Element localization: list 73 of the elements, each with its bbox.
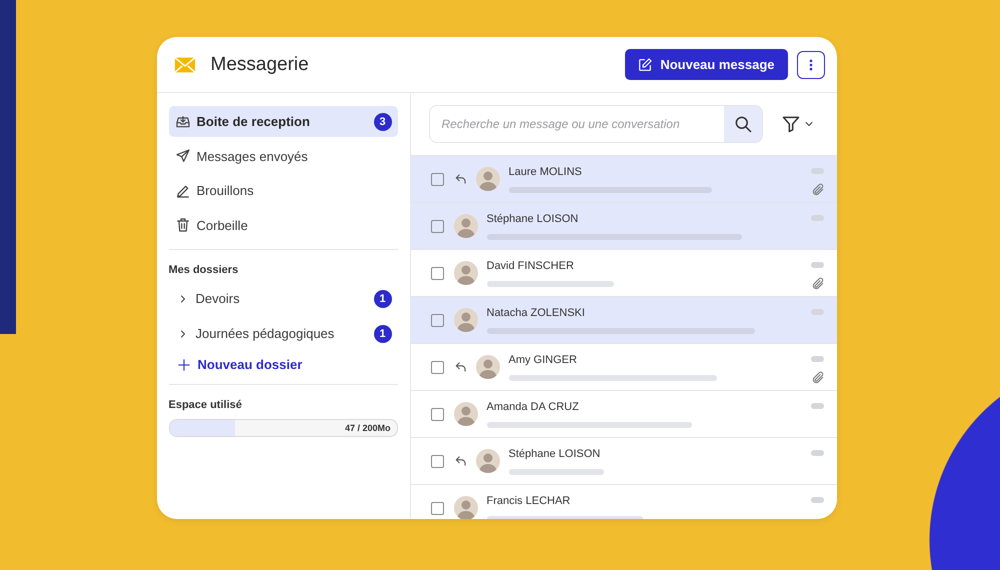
- sidebar-item[interactable]: Corbeille: [168, 210, 398, 240]
- search-icon: [732, 114, 752, 134]
- checkbox[interactable]: [430, 360, 444, 374]
- date-placeholder: [811, 497, 824, 503]
- send-icon: [174, 148, 190, 164]
- checkbox[interactable]: [430, 454, 444, 468]
- avatar: [476, 355, 500, 379]
- search-field[interactable]: Recherche un message ou une conversation: [428, 105, 762, 143]
- sender-name: Amy GINGER: [508, 354, 578, 366]
- folder-label: Journées pédagogiques: [196, 326, 336, 341]
- search-button[interactable]: [724, 106, 762, 142]
- date-placeholder: [811, 450, 824, 456]
- sender-name: Laure MOLINS: [508, 166, 583, 178]
- date-placeholder: [811, 262, 824, 268]
- item-label: Corbeille: [196, 218, 249, 232]
- sender-name: David FINSCHER: [486, 260, 575, 272]
- date-placeholder: [811, 403, 824, 409]
- sender-name: Stéphane LOISON: [508, 448, 602, 460]
- checkbox[interactable]: [430, 314, 444, 326]
- checkbox[interactable]: [430, 266, 444, 280]
- tray-icon: [174, 114, 190, 130]
- sidebar-item[interactable]: Messages envoyés: [168, 140, 398, 172]
- message-row[interactable]: Amanda DA CRUZ: [410, 390, 836, 437]
- checkbox[interactable]: [430, 172, 444, 186]
- avatar: [476, 449, 500, 473]
- item-label: Brouillons: [196, 183, 255, 198]
- sidebar-item[interactable]: Boite de reception 3: [168, 106, 398, 137]
- avatar: [454, 402, 478, 426]
- message-row[interactable]: David FINSCHER: [410, 249, 836, 296]
- storage-reading: 47 / 200Mo: [344, 422, 392, 432]
- message-row[interactable]: Laure MOLINS: [410, 155, 836, 202]
- count-badge: 1: [374, 290, 392, 308]
- avatar: [454, 308, 478, 332]
- message-row[interactable]: Amy GINGER: [410, 343, 836, 390]
- avatar: [454, 496, 478, 519]
- folder-item[interactable]: Devoirs 1: [168, 284, 398, 314]
- new-folder-label: Nouveau dossier: [198, 357, 302, 372]
- sidebar-item[interactable]: Brouillons: [168, 175, 398, 206]
- checkbox[interactable]: [430, 502, 444, 514]
- message-row[interactable]: Natacha ZOLENSKI: [410, 296, 836, 343]
- avatar: [454, 261, 478, 285]
- folder-item[interactable]: Journées pédagogiques 1: [168, 318, 398, 348]
- count-badge: 3: [374, 112, 392, 130]
- item-label: Boite de reception: [196, 114, 311, 129]
- item-label: Messages envoyés: [196, 148, 309, 164]
- message-row[interactable]: Francis LECHAR: [410, 484, 836, 519]
- sender-name: Amanda DA CRUZ: [486, 400, 580, 412]
- avatar: [454, 214, 478, 238]
- pencil-icon: [174, 182, 190, 198]
- new-message-button[interactable]: Nouveau message: [625, 49, 788, 80]
- date-placeholder: [811, 168, 824, 174]
- sender-name: Francis LECHAR: [486, 494, 572, 506]
- section-heading: Espace utilisé: [168, 398, 243, 410]
- checkbox[interactable]: [430, 220, 444, 232]
- sender-name: Stéphane LOISON: [486, 212, 580, 224]
- folder-label: Devoirs: [196, 291, 241, 306]
- new-folder-link[interactable]: Nouveau dossier: [168, 354, 398, 376]
- message-row[interactable]: Stéphane LOISON: [410, 437, 836, 484]
- date-placeholder: [811, 356, 824, 362]
- avatar: [476, 167, 500, 191]
- plus-icon: [176, 358, 190, 372]
- date-placeholder: [811, 215, 824, 221]
- message-row[interactable]: Stéphane LOISON: [410, 202, 836, 249]
- edit-icon: [637, 56, 654, 72]
- app-title: Messagerie: [210, 54, 309, 76]
- sender-name: Natacha ZOLENSKI: [486, 306, 586, 318]
- section-heading: Mes dossiers: [168, 264, 240, 276]
- count-badge: 1: [374, 324, 392, 342]
- checkbox[interactable]: [430, 408, 444, 420]
- trash-icon: [174, 217, 190, 233]
- date-placeholder: [811, 309, 824, 315]
- filter-icon: [780, 114, 800, 134]
- more-options-button[interactable]: [796, 50, 824, 78]
